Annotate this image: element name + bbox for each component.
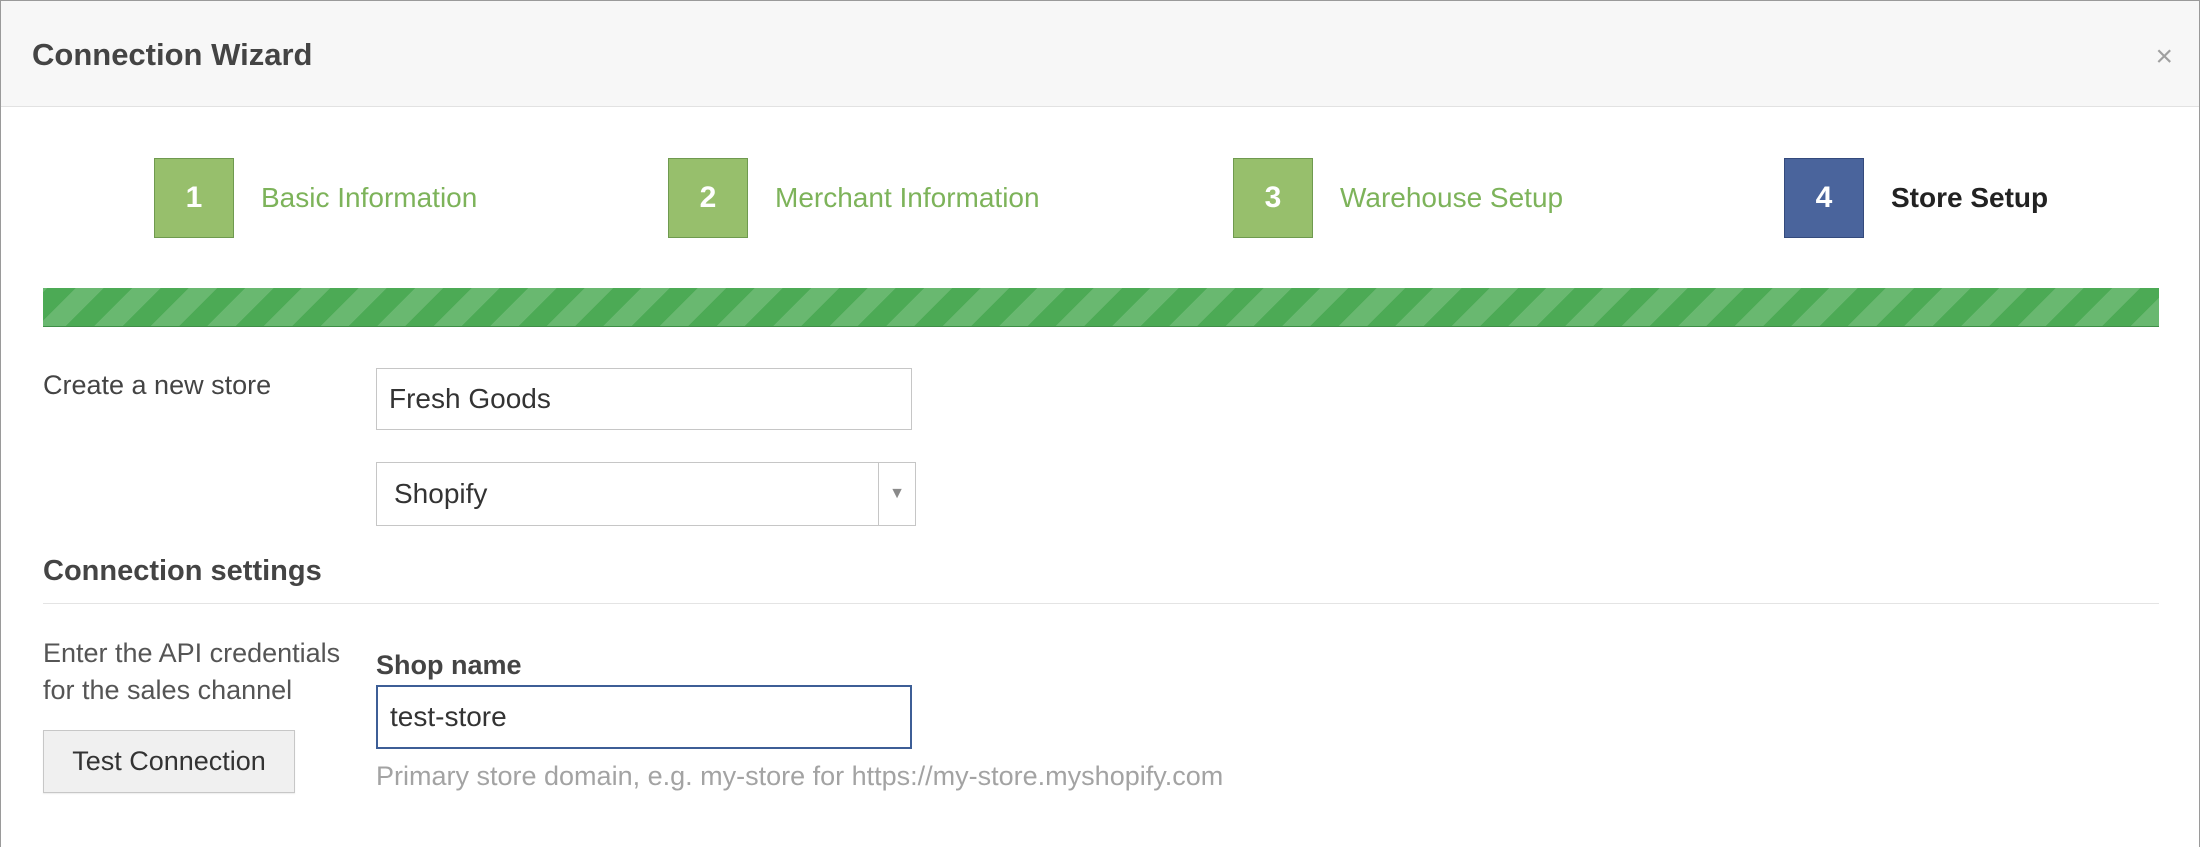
- shop-name-label: Shop name: [376, 650, 522, 680]
- shop-name-input[interactable]: [376, 685, 912, 749]
- step-number-badge: 4: [1784, 158, 1864, 238]
- modal-header: Connection Wizard ×: [1, 1, 2199, 107]
- step-label: Merchant Information: [775, 182, 1040, 213]
- create-store-label: Create a new store: [43, 370, 272, 400]
- close-icon[interactable]: ×: [2155, 39, 2173, 75]
- step-store-setup[interactable]: 4 Store Setup: [1784, 158, 2048, 238]
- step-warehouse-setup[interactable]: 3 Warehouse Setup: [1233, 158, 1563, 238]
- step-label: Store Setup: [1891, 182, 2049, 213]
- platform-select[interactable]: Shopify ▼: [376, 462, 916, 526]
- store-name-input[interactable]: [376, 368, 912, 430]
- step-label: Basic Information: [261, 182, 478, 213]
- modal-title: Connection Wizard: [32, 37, 313, 72]
- step-basic-information[interactable]: 1 Basic Information: [154, 158, 477, 238]
- wizard-progress-bar: [43, 288, 2159, 327]
- step-label: Warehouse Setup: [1340, 182, 1564, 213]
- section-divider: [43, 603, 2159, 604]
- step-merchant-information[interactable]: 2 Merchant Information: [668, 158, 1040, 238]
- test-connection-button[interactable]: Test Connection: [43, 730, 295, 793]
- shop-name-hint: Primary store domain, e.g. my-store for …: [376, 761, 1224, 791]
- chevron-down-icon: ▼: [878, 463, 915, 525]
- step-number-badge: 2: [668, 158, 748, 238]
- platform-select-value: Shopify: [394, 478, 488, 509]
- step-number-badge: 1: [154, 158, 234, 238]
- step-number-badge: 3: [1233, 158, 1313, 238]
- connection-settings-heading: Connection settings: [43, 555, 322, 587]
- connection-wizard-modal: Connection Wizard × 1 Basic Information …: [0, 0, 2200, 847]
- api-credentials-help-text: Enter the API credentials for the sales …: [43, 638, 341, 705]
